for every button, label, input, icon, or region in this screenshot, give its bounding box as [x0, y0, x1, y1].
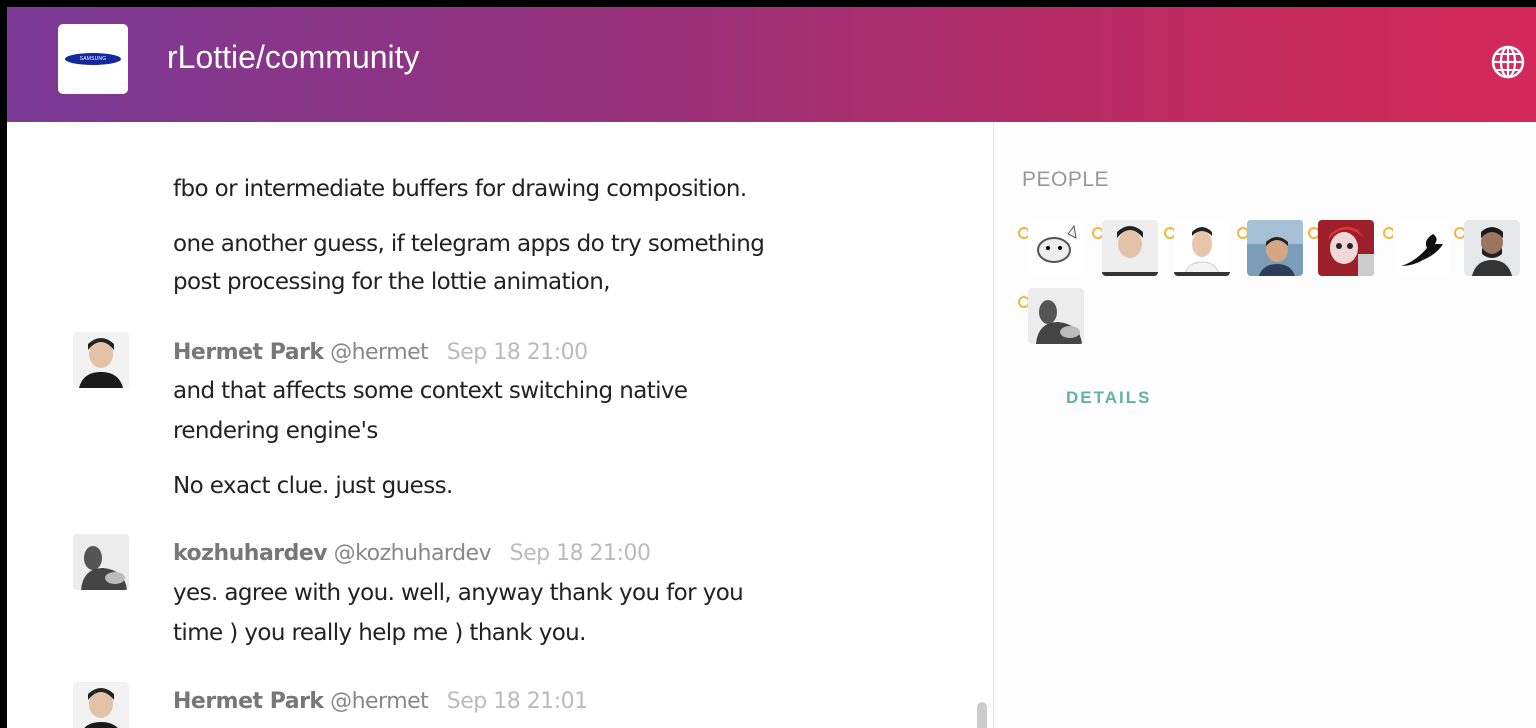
room-logo[interactable]: SAMSUNG [58, 24, 128, 94]
avatar-hermet[interactable] [73, 332, 129, 388]
avatar-kozhuhardev[interactable] [73, 534, 129, 590]
app-window: SAMSUNG rLottie/community fbo or interme… [7, 7, 1536, 728]
message-meta: Hermet Park @hermet Sep 18 21:00 [173, 340, 588, 365]
people-avatar[interactable] [1174, 220, 1230, 276]
room-sidebar: PEOPLE DETAILS [993, 122, 1536, 728]
room-header: SAMSUNG rLottie/community [7, 7, 1536, 122]
message-text: yes. agree with you. well, anyway thank … [173, 580, 744, 606]
author-username[interactable]: @hermet [330, 689, 429, 714]
chat-scrollbar[interactable] [977, 702, 987, 728]
message-text: rendering engine's [173, 418, 378, 444]
samsung-logo-icon: SAMSUNG [65, 53, 121, 65]
people-avatar[interactable] [1028, 220, 1084, 276]
people-avatar[interactable] [1028, 288, 1084, 344]
author-username[interactable]: @hermet [330, 340, 429, 365]
message-meta: kozhuhardev @kozhuhardev Sep 18 21:00 [173, 541, 651, 566]
author-name[interactable]: kozhuhardev [173, 541, 328, 566]
author-username[interactable]: @kozhuhardev [334, 541, 492, 566]
message-timestamp[interactable]: Sep 18 21:00 [510, 541, 651, 566]
people-heading: PEOPLE [1022, 168, 1110, 191]
message-meta: Hermet Park @hermet Sep 18 21:01 [173, 689, 588, 714]
people-avatar[interactable] [1393, 220, 1449, 276]
message-timestamp[interactable]: Sep 18 21:00 [447, 340, 588, 365]
message-text: time ) you really help me ) thank you. [173, 620, 586, 646]
message-text: one another guess, if telegram apps do t… [173, 231, 765, 257]
avatar-hermet[interactable] [73, 682, 129, 728]
author-name[interactable]: Hermet Park [173, 340, 324, 365]
message-text: post processing for the lottie animation… [173, 269, 611, 295]
details-link[interactable]: DETAILS [1066, 388, 1151, 408]
people-avatar[interactable] [1247, 220, 1303, 276]
room-title[interactable]: rLottie/community [167, 39, 420, 76]
people-avatar[interactable] [1464, 220, 1520, 276]
chat-panel[interactable]: fbo or intermediate buffers for drawing … [7, 122, 993, 728]
message-text: No exact clue. just guess. [173, 473, 453, 499]
message-text: fbo or intermediate buffers for drawing … [173, 176, 747, 202]
globe-icon[interactable] [1490, 44, 1526, 80]
message-text: and that affects some context switching … [173, 378, 688, 404]
people-avatar[interactable] [1102, 220, 1158, 276]
author-name[interactable]: Hermet Park [173, 689, 324, 714]
message-timestamp[interactable]: Sep 18 21:01 [447, 689, 588, 714]
people-avatar[interactable] [1318, 220, 1374, 276]
